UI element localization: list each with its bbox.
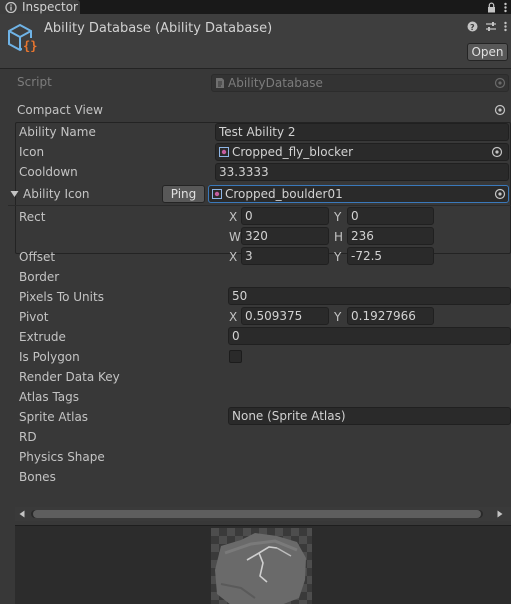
- sprite-atlas-field[interactable]: None (Sprite Atlas): [228, 407, 511, 425]
- ability-name-value: Test Ability 2: [219, 125, 296, 139]
- sprite-atlas-value: None (Sprite Atlas): [232, 409, 346, 423]
- rect-h-letter: H: [334, 230, 344, 244]
- ability-icon-label[interactable]: Ability Icon: [23, 187, 90, 201]
- pivot-x-input[interactable]: 0.509375: [241, 307, 329, 325]
- offset-x-input[interactable]: 3: [241, 247, 329, 265]
- ability-icon-object-field[interactable]: Cropped_boulder01: [208, 185, 509, 203]
- pivot-y-input[interactable]: 0.1927966: [347, 307, 434, 325]
- is-polygon-label: Is Polygon: [19, 350, 80, 364]
- horizontal-scrollbar[interactable]: [15, 507, 511, 521]
- asset-title: Ability Database (Ability Database): [44, 21, 273, 36]
- script-picker-icon: [494, 77, 506, 89]
- rect-label: Rect: [19, 210, 46, 224]
- is-polygon-checkbox[interactable]: [229, 350, 242, 363]
- svg-text:?: ?: [470, 23, 475, 32]
- script-file-icon: [216, 78, 224, 88]
- offset-x-value: 3: [245, 249, 253, 263]
- pivot-label: Pivot: [19, 310, 49, 324]
- rect-w-letter: W: [229, 230, 241, 244]
- scroll-thumb[interactable]: [33, 510, 481, 518]
- inspector-header: {} Ability Database (Ability Database) ?…: [0, 14, 511, 69]
- ping-button[interactable]: Ping: [162, 185, 205, 203]
- divider: [8, 205, 511, 206]
- ability-name-input[interactable]: Test Ability 2: [215, 123, 509, 141]
- compact-view-label: Compact View: [17, 103, 103, 117]
- offset-y-input[interactable]: -72.5: [347, 247, 434, 265]
- extrude-label: Extrude: [19, 330, 66, 344]
- icon-object-field[interactable]: Cropped_fly_blocker: [215, 143, 509, 161]
- ability-icon-value: Cropped_boulder01: [225, 187, 343, 201]
- context-menu-icon[interactable]: [504, 21, 507, 32]
- rect-y-value: 0: [351, 209, 359, 223]
- sprite-preview: [15, 525, 511, 604]
- script-field: AbilityDatabase: [211, 74, 509, 92]
- extrude-input[interactable]: 0: [228, 327, 511, 345]
- rect-x-value: 0: [245, 209, 253, 223]
- offset-x-letter: X: [229, 250, 238, 264]
- cooldown-value: 33.3333: [219, 165, 269, 179]
- atlas-tags-label: Atlas Tags: [19, 390, 80, 404]
- lock-icon[interactable]: [487, 2, 496, 13]
- scroll-left-icon[interactable]: [19, 510, 25, 518]
- icon-picker-icon[interactable]: [491, 146, 503, 158]
- help-icon[interactable]: ?: [467, 21, 478, 32]
- compact-view-toggle-icon[interactable]: [494, 104, 506, 116]
- icon-label: Icon: [19, 145, 45, 159]
- sprite-icon: [212, 189, 222, 199]
- rect-y-input[interactable]: 0: [347, 207, 434, 225]
- preset-icon[interactable]: [485, 21, 497, 32]
- pixels-to-units-value: 50: [232, 289, 248, 303]
- border-label: Border: [19, 270, 60, 284]
- scroll-right-icon[interactable]: [497, 510, 503, 518]
- sprite-atlas-label: Sprite Atlas: [19, 410, 89, 424]
- tab-inspector[interactable]: Inspector: [0, 0, 80, 14]
- offset-y-letter: Y: [334, 250, 342, 264]
- offset-y-value: -72.5: [351, 249, 383, 263]
- ability-name-label: Ability Name: [19, 125, 96, 139]
- rect-x-input[interactable]: 0: [241, 207, 329, 225]
- pivot-x-letter: X: [229, 310, 238, 324]
- pixels-to-units-label: Pixels To Units: [19, 290, 104, 304]
- svg-text:{}: {}: [23, 39, 37, 53]
- pivot-y-value: 0.1927966: [351, 309, 416, 323]
- sprite-icon: [219, 147, 229, 157]
- offset-label: Offset: [19, 250, 56, 264]
- rect-x-letter: X: [229, 210, 238, 224]
- tab-label: Inspector: [22, 0, 78, 14]
- rect-w-input[interactable]: 320: [241, 227, 329, 245]
- info-icon: [5, 1, 17, 13]
- rect-y-letter: Y: [334, 210, 342, 224]
- rect-h-value: 236: [351, 229, 374, 243]
- script-label: Script: [17, 75, 52, 89]
- extrude-value: 0: [232, 329, 240, 343]
- more-options-icon[interactable]: [504, 2, 507, 13]
- open-button[interactable]: Open: [467, 43, 508, 61]
- pivot-y-letter: Y: [334, 310, 342, 324]
- rect-w-value: 320: [245, 229, 268, 243]
- foldout-arrow-icon[interactable]: [10, 190, 19, 198]
- pivot-x-value: 0.509375: [245, 309, 303, 323]
- scriptable-object-icon: {}: [8, 23, 37, 53]
- boulder-sprite-image: [215, 533, 306, 604]
- pixels-to-units-input[interactable]: 50: [228, 287, 511, 305]
- rd-label: RD: [19, 430, 37, 444]
- ability-icon-picker-icon[interactable]: [494, 188, 506, 200]
- rect-h-input[interactable]: 236: [347, 227, 434, 245]
- tab-bar: Inspector: [0, 0, 511, 14]
- bones-label: Bones: [19, 470, 56, 484]
- cooldown-label: Cooldown: [19, 165, 78, 179]
- inspector-body: Script AbilityDatabase Compact View Abil…: [0, 70, 511, 604]
- render-data-key-label: Render Data Key: [19, 370, 120, 384]
- physics-shape-label: Physics Shape: [19, 450, 105, 464]
- icon-value: Cropped_fly_blocker: [232, 145, 354, 159]
- cooldown-input[interactable]: 33.3333: [215, 163, 509, 181]
- script-value: AbilityDatabase: [228, 76, 323, 90]
